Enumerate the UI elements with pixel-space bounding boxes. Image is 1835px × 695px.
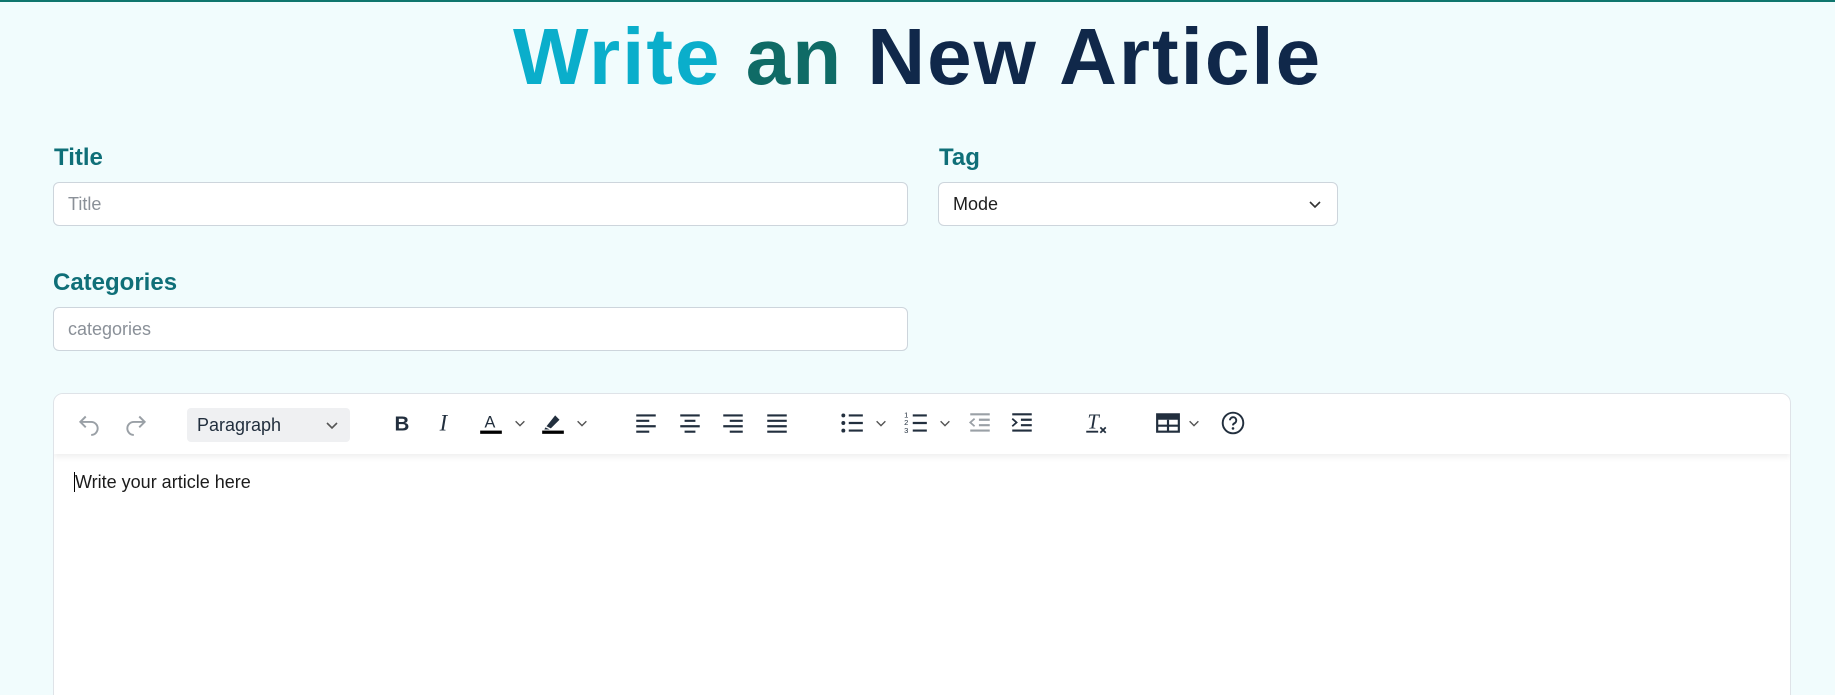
block-format-value: Paragraph	[197, 414, 282, 435]
highlight-dropdown[interactable]	[575, 406, 589, 440]
title-input[interactable]	[53, 182, 908, 226]
chevron-down-icon	[326, 422, 338, 430]
align-right-button[interactable]	[720, 406, 746, 440]
bold-icon: B	[395, 413, 410, 436]
page-title: Write an New Article	[0, 12, 1835, 102]
categories-label: Categories	[53, 269, 178, 296]
categories-input[interactable]	[53, 307, 908, 351]
block-format-select[interactable]: Paragraph	[187, 408, 350, 442]
align-left-button[interactable]	[633, 406, 659, 440]
align-center-button[interactable]	[677, 406, 703, 440]
svg-text:A: A	[485, 413, 496, 431]
page-title-word-new-article: New Article	[867, 12, 1323, 101]
numbered-list-dropdown[interactable]	[938, 406, 952, 440]
help-button[interactable]	[1220, 406, 1246, 440]
highlight-button[interactable]	[540, 406, 566, 440]
chevron-down-icon	[876, 420, 886, 427]
undo-button[interactable]	[76, 406, 102, 440]
align-justify-icon	[767, 414, 787, 433]
outdent-button[interactable]	[967, 406, 993, 440]
highlight-icon	[542, 415, 564, 434]
indent-icon	[1011, 413, 1032, 432]
align-left-icon	[636, 414, 656, 433]
text-color-button[interactable]: A	[478, 406, 504, 440]
svg-text:3: 3	[904, 426, 908, 435]
numbered-list-icon: 123	[904, 411, 927, 435]
align-justify-button[interactable]	[764, 406, 790, 440]
outdent-icon	[968, 413, 990, 432]
page-title-word-write: Write	[512, 12, 722, 101]
title-label: Title	[54, 144, 103, 171]
table-icon	[1156, 413, 1180, 433]
numbered-list-button[interactable]: 123	[903, 406, 929, 440]
chevron-down-icon	[940, 420, 950, 427]
align-center-icon	[680, 414, 700, 433]
svg-text:B: B	[395, 413, 410, 436]
bullet-list-dropdown[interactable]	[874, 406, 888, 440]
table-button[interactable]	[1155, 406, 1181, 440]
bullet-list-button[interactable]	[839, 406, 865, 440]
text-color-dropdown[interactable]	[513, 406, 527, 440]
undo-icon	[78, 415, 99, 436]
editor-content[interactable]: Write your article here	[54, 454, 1790, 695]
text-color-icon: A	[480, 413, 502, 434]
tag-select-value: Mode	[953, 193, 999, 214]
italic-button[interactable]: I	[432, 406, 458, 440]
tag-select[interactable]: Mode	[938, 182, 1338, 226]
clear-formatting-icon: T	[1086, 411, 1107, 433]
bullet-list-icon	[841, 413, 863, 433]
help-icon	[1221, 411, 1245, 435]
chevron-down-icon	[1309, 201, 1321, 209]
page-title-word-an: an	[745, 12, 844, 101]
redo-button[interactable]	[123, 406, 149, 440]
svg-text:T: T	[1087, 411, 1100, 433]
chevron-down-icon	[515, 420, 525, 427]
chevron-down-icon	[577, 420, 587, 427]
clear-formatting-button[interactable]: T	[1083, 406, 1109, 440]
svg-text:I: I	[439, 411, 449, 436]
table-dropdown[interactable]	[1187, 406, 1201, 440]
rich-text-editor: Paragraph B I A 1 2 3 T Write your artic…	[53, 393, 1791, 695]
editor-placeholder: Write your article here	[75, 472, 251, 492]
align-right-icon	[723, 414, 743, 433]
tag-label: Tag	[939, 144, 980, 171]
chevron-down-icon	[1189, 420, 1199, 427]
indent-button[interactable]	[1009, 406, 1035, 440]
italic-icon: I	[439, 411, 449, 436]
redo-icon	[126, 415, 147, 436]
bold-button[interactable]: B	[388, 406, 414, 440]
editor-toolbar: Paragraph B I A 1 2 3 T	[54, 394, 1790, 454]
